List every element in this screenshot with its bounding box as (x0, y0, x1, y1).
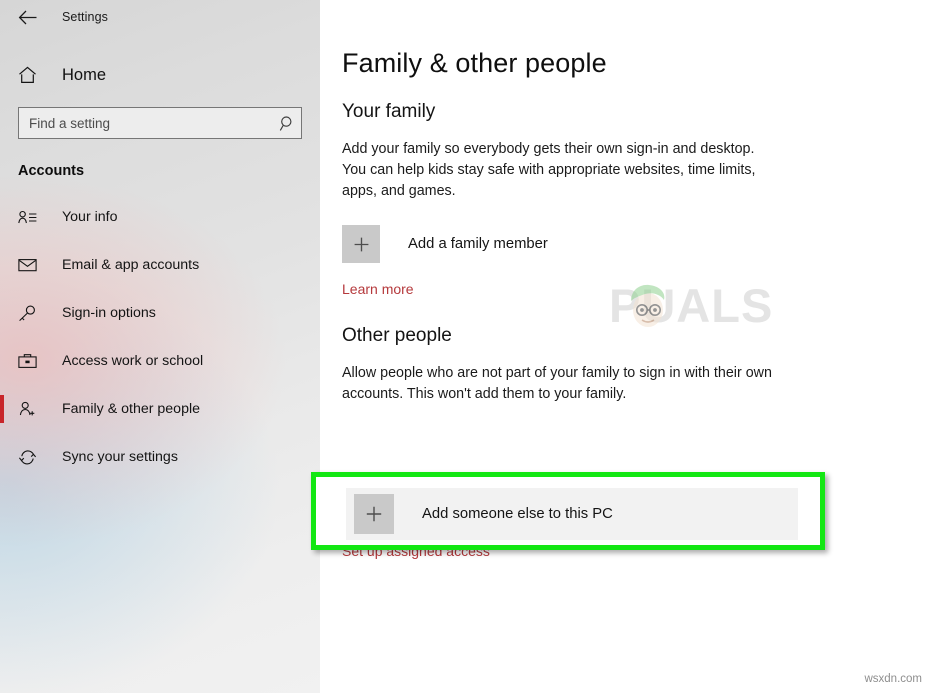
add-family-member-button[interactable]: Add a family member (342, 221, 794, 267)
plus-icon (354, 494, 394, 534)
window-title: Settings (62, 10, 108, 24)
sidebar-section-label: Accounts (18, 163, 85, 179)
sidebar-nav: Your info Email & app accounts Sign-in o… (0, 193, 320, 481)
main-content: Family & other people Your family Add yo… (320, 0, 931, 693)
sidebar: Settings Home Accounts (0, 0, 320, 693)
corner-watermark: wsxdn.com (864, 673, 922, 685)
your-family-description: Add your family so everybody gets their … (342, 141, 756, 199)
sidebar-item-label: Sync your settings (62, 449, 178, 465)
back-arrow-icon[interactable] (10, 2, 44, 32)
add-someone-else-label: Add someone else to this PC (422, 506, 613, 522)
home-label: Home (62, 65, 107, 84)
user-add-icon (18, 401, 40, 417)
sidebar-item-sync-your-settings[interactable]: Sync your settings (0, 433, 320, 481)
highlight-annotation-box: Add someone else to this PC (311, 472, 825, 550)
page-title: Family & other people (342, 48, 607, 78)
sidebar-item-home[interactable]: Home (0, 55, 320, 95)
sidebar-item-label: Sign-in options (62, 305, 156, 321)
other-people-heading: Other people (342, 325, 452, 346)
selection-accent-bar (0, 395, 4, 423)
sync-icon (18, 449, 40, 466)
envelope-icon (18, 258, 40, 272)
sidebar-item-label: Email & app accounts (62, 257, 200, 273)
briefcase-icon (18, 353, 40, 369)
plus-icon (342, 225, 380, 263)
add-family-member-label: Add a family member (408, 236, 548, 252)
learn-more-link[interactable]: Learn more (342, 281, 414, 297)
your-family-heading: Your family (342, 101, 436, 122)
other-people-description: Allow people who are not part of your fa… (342, 365, 772, 402)
sidebar-item-label: Access work or school (62, 353, 204, 369)
key-icon (18, 305, 40, 322)
search-box[interactable] (18, 107, 302, 139)
sidebar-item-label: Family & other people (62, 401, 201, 417)
search-input[interactable] (19, 108, 273, 138)
user-info-icon (18, 210, 40, 225)
highlight-inner-wrap: Add someone else to this PC (346, 488, 798, 540)
sidebar-item-family-other-people[interactable]: Family & other people (0, 385, 320, 433)
settings-window: Settings Home Accounts (0, 0, 931, 693)
title-bar: Settings (0, 0, 320, 34)
add-someone-else-to-this-pc-button[interactable]: Add someone else to this PC (346, 488, 798, 540)
search-icon[interactable] (273, 115, 301, 132)
sidebar-item-your-info[interactable]: Your info (0, 193, 320, 241)
sidebar-item-sign-in-options[interactable]: Sign-in options (0, 289, 320, 337)
sidebar-item-access-work-school[interactable]: Access work or school (0, 337, 320, 385)
home-icon (18, 66, 40, 84)
sidebar-item-email-app-accounts[interactable]: Email & app accounts (0, 241, 320, 289)
sidebar-item-label: Your info (62, 209, 118, 225)
